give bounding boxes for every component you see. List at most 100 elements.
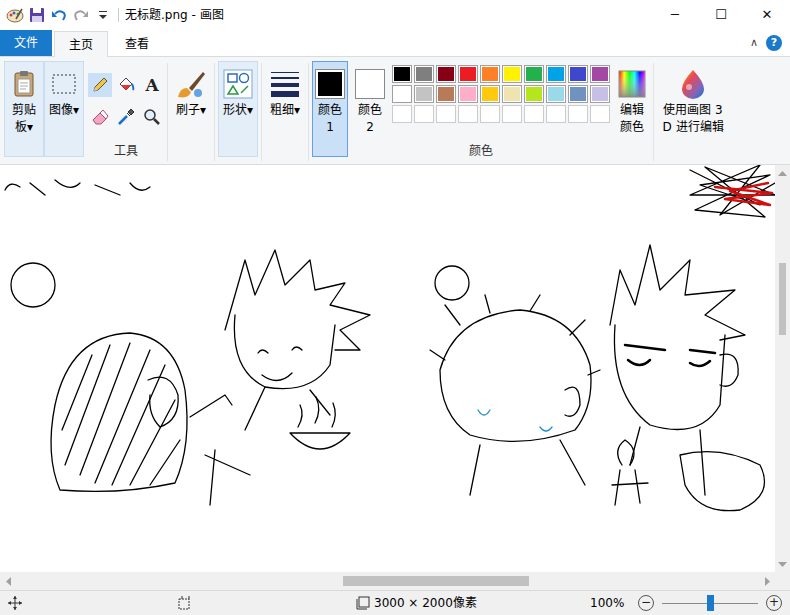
app-menu[interactable] — [4, 0, 26, 30]
custom-color-slot[interactable] — [524, 105, 544, 123]
color1-button[interactable]: 颜色 1 — [312, 61, 348, 157]
zoom-slider[interactable] — [662, 595, 758, 611]
maximize-button[interactable]: ☐ — [698, 0, 744, 30]
label-text: 颜色 1 — [318, 103, 342, 134]
ribbon-tab[interactable]: 主页 — [54, 31, 108, 57]
scroll-down-button[interactable] — [775, 557, 790, 572]
palette-color[interactable] — [590, 65, 610, 83]
select-icon — [49, 69, 79, 99]
dropdown-icon — [98, 9, 108, 21]
shapes-icon — [222, 68, 254, 100]
workspace — [0, 165, 790, 572]
fill-tool[interactable] — [114, 73, 138, 97]
scroll-corner — [775, 572, 790, 590]
ribbon-tab[interactable]: 查看 — [110, 30, 164, 56]
paint3d-label: 使用画图 3 D 进行编辑 — [660, 102, 726, 136]
palette-color[interactable] — [524, 85, 544, 103]
palette-color[interactable] — [414, 85, 434, 103]
label-text: 形状 — [223, 103, 247, 117]
paint3d-button[interactable]: 使用画图 3 D 进行编辑 — [657, 61, 729, 157]
palette-color[interactable] — [458, 65, 478, 83]
eraser-icon — [91, 108, 109, 126]
palette-color[interactable] — [524, 65, 544, 83]
colors-group: 颜色 1 颜色 2 编辑颜色颜色 — [312, 61, 650, 165]
fill-icon — [117, 76, 135, 94]
undo-button[interactable] — [48, 0, 70, 30]
brushes-button[interactable]: 刷子▾ — [171, 61, 211, 157]
magnifier-tool[interactable] — [140, 105, 164, 129]
palette-color[interactable] — [436, 65, 456, 83]
right-arrow-icon — [765, 577, 771, 586]
custom-color-slot[interactable] — [436, 105, 456, 123]
picker-tool[interactable] — [114, 105, 138, 129]
custom-color-slot[interactable] — [546, 105, 566, 123]
custom-color-slot[interactable] — [590, 105, 610, 123]
tool-grid: A — [88, 61, 164, 143]
pencil-tool[interactable] — [88, 73, 112, 97]
custom-color-slot[interactable] — [458, 105, 478, 123]
label-text: 刷子 — [176, 103, 200, 117]
group-separator — [261, 63, 262, 161]
edit-colors-button[interactable]: 编辑颜色 — [614, 61, 650, 157]
label-text: 使用画图 3 D 进行编辑 — [662, 103, 723, 134]
palette-color[interactable] — [414, 65, 434, 83]
title-bar: 无标题.png - 画图 ─ ☐ ✕ — [0, 0, 790, 30]
collapse-ribbon-button[interactable]: ∧ — [742, 30, 766, 56]
custom-color-slot[interactable] — [502, 105, 522, 123]
scroll-right-button[interactable] — [760, 572, 775, 590]
palette-color[interactable] — [436, 85, 456, 103]
custom-color-slot[interactable] — [392, 105, 412, 123]
palette-color[interactable] — [546, 85, 566, 103]
palette-color[interactable] — [480, 85, 500, 103]
color2-button[interactable]: 颜色 2 — [352, 61, 388, 157]
clipboard-button[interactable]: 剪贴板▾ — [4, 61, 44, 157]
palette-color[interactable] — [392, 65, 412, 83]
selection-size — [178, 596, 356, 610]
scroll-left-button[interactable] — [0, 572, 15, 590]
up-arrow-icon — [778, 170, 787, 176]
text-tool[interactable]: A — [140, 73, 164, 97]
canvas-size: 3000 × 2000像素 — [356, 594, 590, 612]
brushes-button-label: 刷子▾ — [174, 102, 208, 119]
custom-color-slot[interactable] — [480, 105, 500, 123]
close-button[interactable]: ✕ — [744, 0, 790, 30]
floppy-icon — [29, 7, 45, 23]
minimize-button[interactable]: ─ — [652, 0, 698, 30]
palette-color[interactable] — [590, 85, 610, 103]
eraser-tool[interactable] — [88, 105, 112, 129]
palette-color[interactable] — [458, 85, 478, 103]
palette-color[interactable] — [480, 65, 500, 83]
file-menu[interactable]: 文件 — [0, 30, 52, 56]
image-button[interactable]: 图像▾ — [44, 61, 84, 157]
shapes-button[interactable]: 形状▾ — [218, 61, 258, 157]
palette-color[interactable] — [392, 85, 412, 103]
vertical-scroll-thumb[interactable] — [779, 263, 786, 335]
paste-icon — [9, 69, 39, 99]
custom-color-slot[interactable] — [414, 105, 434, 123]
save-button[interactable] — [26, 0, 48, 30]
custom-color-slot[interactable] — [568, 105, 588, 123]
zoom-slider-thumb[interactable] — [707, 595, 714, 611]
group-separator — [214, 63, 215, 161]
redo-button[interactable] — [70, 0, 92, 30]
group-label: 颜色 — [312, 143, 650, 165]
window-title: 无标题.png - 画图 — [118, 8, 224, 22]
palette-color[interactable] — [502, 65, 522, 83]
scroll-up-button[interactable] — [775, 165, 790, 180]
minimize-glyph: ─ — [671, 5, 679, 25]
canvas-size-icon — [356, 596, 370, 610]
customize-button[interactable] — [92, 0, 114, 30]
palette-color[interactable] — [568, 65, 588, 83]
horizontal-scrollbar — [0, 572, 790, 590]
horizontal-scroll-thumb[interactable] — [343, 576, 529, 586]
palette-color[interactable] — [546, 65, 566, 83]
maximize-glyph: ☐ — [715, 5, 727, 25]
palette-color[interactable] — [502, 85, 522, 103]
zoom-in-button[interactable]: + — [766, 595, 782, 611]
help-button[interactable]: ? — [766, 30, 790, 56]
drawing-canvas[interactable] — [0, 165, 775, 572]
size-button[interactable]: 粗细▾ — [265, 61, 305, 157]
palette-color[interactable] — [568, 85, 588, 103]
edit-colors-label: 编辑颜色 — [618, 102, 646, 136]
zoom-out-button[interactable]: − — [638, 595, 654, 611]
